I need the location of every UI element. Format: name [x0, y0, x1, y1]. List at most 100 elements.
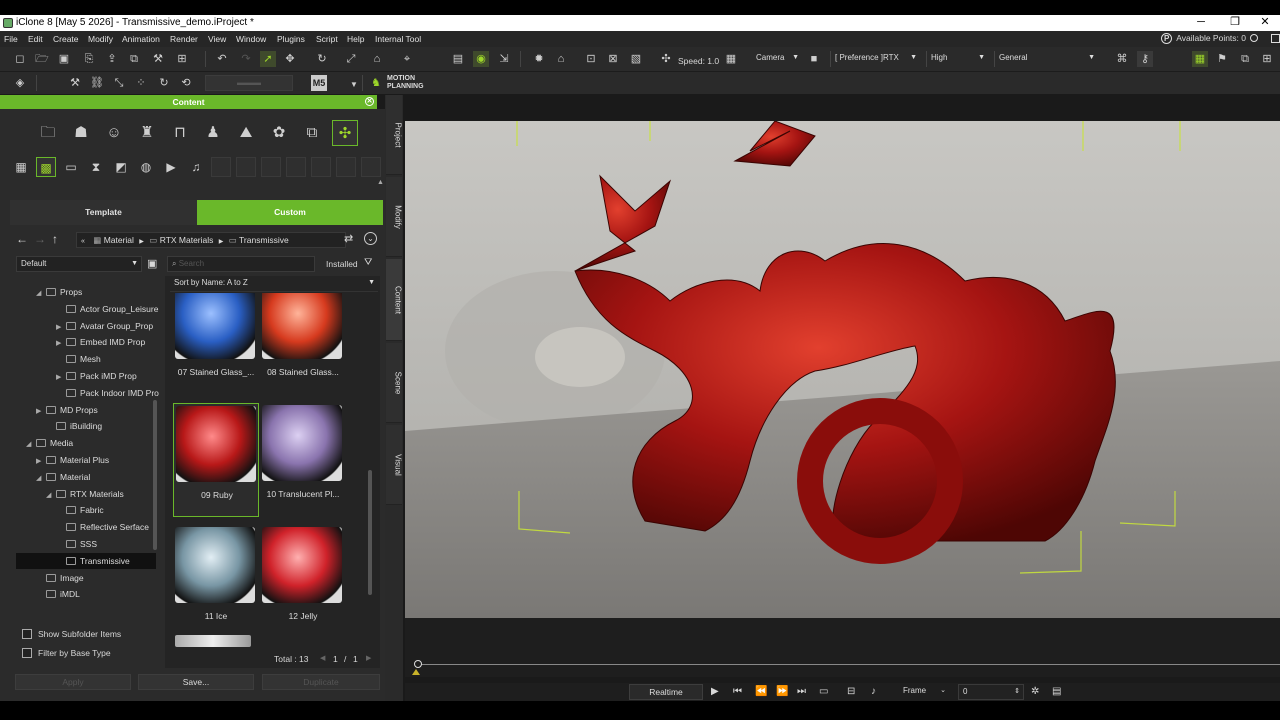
expand-arrow-icon[interactable]: ◢: [36, 286, 46, 302]
gizmo-icon[interactable]: ⌂: [369, 51, 385, 67]
breadcrumb-transmissive[interactable]: Transmissive: [239, 235, 289, 245]
frame-select-icon[interactable]: ▧: [628, 51, 644, 67]
tree-item[interactable]: ◢ Props: [16, 284, 82, 300]
save-button[interactable]: Save...: [138, 674, 254, 690]
grid-toggle-icon[interactable]: ▦: [1192, 51, 1208, 67]
breadcrumb-rtx-materials[interactable]: RTX Materials: [160, 235, 214, 245]
motion-planning-icon[interactable]: ♞: [368, 75, 384, 91]
breadcrumb-overflow-icon[interactable]: «: [81, 238, 85, 245]
tree-item[interactable]: ◢ Media: [16, 435, 73, 451]
tree-item[interactable]: ◢ Material: [16, 469, 90, 485]
preset-dropdown[interactable]: Default ▼: [16, 256, 142, 272]
side-tab-modify[interactable]: Modify: [386, 177, 403, 257]
move-tool-icon[interactable]: ✥: [282, 51, 298, 67]
dropdown-circle-icon[interactable]: ⌄: [364, 232, 377, 245]
tree-item[interactable]: Fabric: [16, 502, 104, 518]
globe-tab-icon[interactable]: ◍: [136, 157, 156, 177]
save-icon[interactable]: ▣: [56, 51, 72, 67]
material-thumbnail[interactable]: 09 Ruby: [173, 403, 259, 517]
play-icon[interactable]: ▶: [711, 686, 719, 697]
panel-toggle-icon[interactable]: [1271, 34, 1280, 43]
3d-viewport[interactable]: [405, 121, 1280, 618]
tree-item[interactable]: Image: [16, 570, 84, 586]
menu-file[interactable]: File: [4, 34, 18, 44]
export-icon[interactable]: ⇪: [104, 51, 120, 67]
partial-thumbnail[interactable]: [175, 635, 251, 647]
material-grid-icon[interactable]: ▦: [11, 157, 31, 177]
open-icon[interactable]: 🗁: [34, 51, 50, 67]
tree-item[interactable]: ▶ Embed IMD Prop: [16, 334, 145, 350]
tree-item[interactable]: ▶ Material Plus: [16, 452, 109, 468]
light-icon[interactable]: ✹: [531, 51, 547, 67]
side-tab-project[interactable]: Project: [386, 95, 403, 175]
texture-tab-icon[interactable]: ◩: [111, 157, 131, 177]
tag-icon[interactable]: ⌘: [1114, 51, 1130, 67]
lock-icon[interactable]: ⚷: [1137, 51, 1153, 67]
scale-tool-icon[interactable]: ⤢: [343, 51, 359, 67]
menu-modify[interactable]: Modify: [88, 34, 113, 44]
prev-page-icon[interactable]: ◀: [320, 654, 325, 662]
m5-button[interactable]: M5: [311, 75, 327, 91]
timeline-panel-icon[interactable]: ▤: [1052, 686, 1061, 697]
settings-icon[interactable]: ✲: [1031, 686, 1039, 697]
filter-base-type-checkbox[interactable]: [22, 648, 32, 658]
navigate-icon[interactable]: ✣: [658, 51, 674, 67]
audio-icon[interactable]: ♪: [871, 686, 876, 697]
snap-icon[interactable]: ⌖: [399, 51, 415, 67]
tree-item[interactable]: ▶ MD Props: [16, 402, 98, 418]
minimize-button[interactable]: ─: [1186, 15, 1216, 31]
disabled-toolbar-button[interactable]: ▬▬▬: [205, 75, 293, 91]
m5-dropdown-icon[interactable]: ▼: [346, 77, 362, 93]
menu-edit[interactable]: Edit: [28, 34, 43, 44]
duplicate-button[interactable]: Duplicate: [262, 674, 380, 690]
speed-menu-icon[interactable]: ▦: [723, 51, 739, 67]
video-camera-icon[interactable]: ■: [806, 51, 822, 67]
menu-window[interactable]: Window: [236, 34, 266, 44]
timeline-playhead[interactable]: [414, 660, 422, 668]
tree-item[interactable]: Pack Indoor IMD Pro: [16, 385, 159, 401]
motion-category-icon[interactable]: ♟: [200, 120, 226, 146]
pin-icon[interactable]: ⇲: [496, 51, 512, 67]
expand-icon[interactable]: ◈: [12, 75, 28, 91]
timeline-scrubber[interactable]: [405, 655, 1280, 677]
new-project-icon[interactable]: ◻: [12, 51, 28, 67]
expand-arrow-icon[interactable]: ▶: [36, 454, 46, 470]
image-tab-icon[interactable]: ▭: [61, 157, 81, 177]
refresh-icon[interactable]: ↻: [156, 75, 172, 91]
undo-icon[interactable]: ↶: [214, 51, 230, 67]
tree-item[interactable]: ◢ RTX Materials: [16, 486, 124, 502]
show-subfolder-checkbox[interactable]: [22, 629, 32, 639]
menu-view[interactable]: View: [208, 34, 226, 44]
home-icon[interactable]: ⌂: [553, 51, 569, 67]
preview-eye-icon[interactable]: ◉: [473, 51, 489, 67]
close-panel-icon[interactable]: ✕: [365, 97, 374, 106]
cloth-category-icon[interactable]: ♜: [134, 120, 160, 146]
material-thumbnail[interactable]: 07 Stained Glass_...: [173, 293, 259, 395]
tree-scrollbar[interactable]: [153, 400, 157, 550]
import-icon[interactable]: ⎘: [81, 51, 97, 67]
filter-icon[interactable]: ⛛: [364, 257, 372, 268]
material-thumbnail[interactable]: 12 Jelly: [260, 525, 346, 639]
tree-item[interactable]: Actor Group_Leisure: [16, 301, 158, 317]
motion-planning-button[interactable]: MOTION PLANNING: [387, 75, 424, 91]
collapse-icon[interactable]: ▲: [377, 179, 384, 186]
hourglass-tab-icon[interactable]: ⧗: [86, 157, 106, 177]
rotate-tool-icon[interactable]: ↻: [314, 51, 330, 67]
expand-arrow-icon[interactable]: ▶: [56, 320, 66, 336]
tools-icon[interactable]: ⚒: [150, 51, 166, 67]
redo-icon[interactable]: ↷: [238, 51, 254, 67]
media-category-icon[interactable]: ✣: [332, 120, 358, 146]
side-tab-scene[interactable]: Scene: [386, 343, 403, 423]
material-thumbnail[interactable]: 11 Ice: [173, 525, 259, 639]
apply-button[interactable]: Apply: [15, 674, 131, 690]
actor-category-icon[interactable]: ☗: [68, 120, 94, 146]
batch-icon[interactable]: ⧉: [126, 51, 142, 67]
expand-arrow-icon[interactable]: ◢: [26, 437, 36, 453]
expand-arrow-icon[interactable]: ◢: [46, 488, 56, 504]
link-icon[interactable]: ⛓: [89, 75, 105, 91]
available-points[interactable]: P Available Points: 0: [1161, 33, 1258, 44]
tree-item[interactable]: ▶ Pack iMD Prop: [16, 368, 137, 384]
tree-item[interactable]: SSS: [16, 536, 97, 552]
fit-icon[interactable]: ⊡: [583, 51, 599, 67]
breadcrumb-material[interactable]: Material: [104, 235, 134, 245]
